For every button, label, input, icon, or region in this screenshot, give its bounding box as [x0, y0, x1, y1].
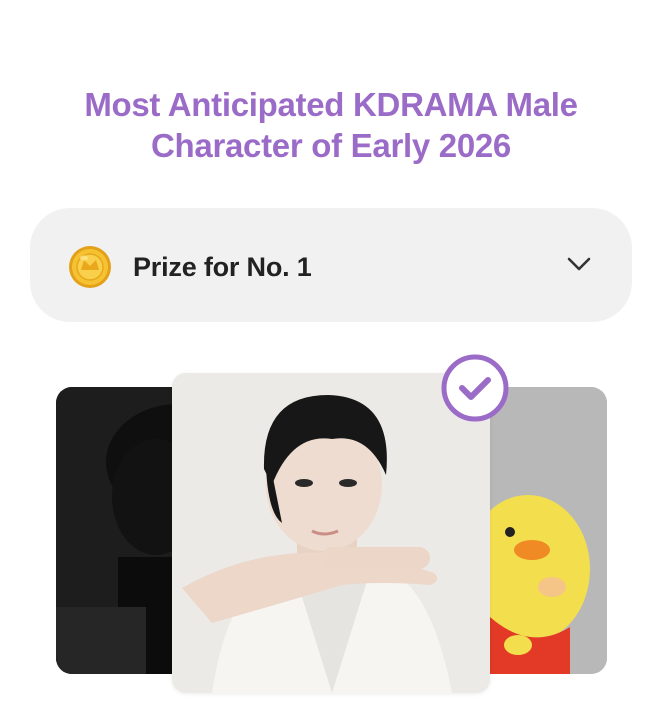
- page-title-line-2: Character of Early 2026: [151, 127, 511, 164]
- gold-coin-icon: [69, 246, 111, 288]
- prize-label: Prize for No. 1: [133, 252, 312, 282]
- page-title-line-1: Most Anticipated KDRAMA Male: [84, 86, 578, 123]
- page-title: Most Anticipated KDRAMA Male Character o…: [0, 84, 662, 166]
- selected-checkmark-icon[interactable]: [441, 354, 509, 422]
- prize-dropdown[interactable]: Prize for No. 1: [30, 208, 632, 322]
- candidate-card-right[interactable]: [470, 387, 607, 674]
- candidate-photo-right: [470, 387, 607, 674]
- chevron-down-icon[interactable]: [566, 254, 592, 274]
